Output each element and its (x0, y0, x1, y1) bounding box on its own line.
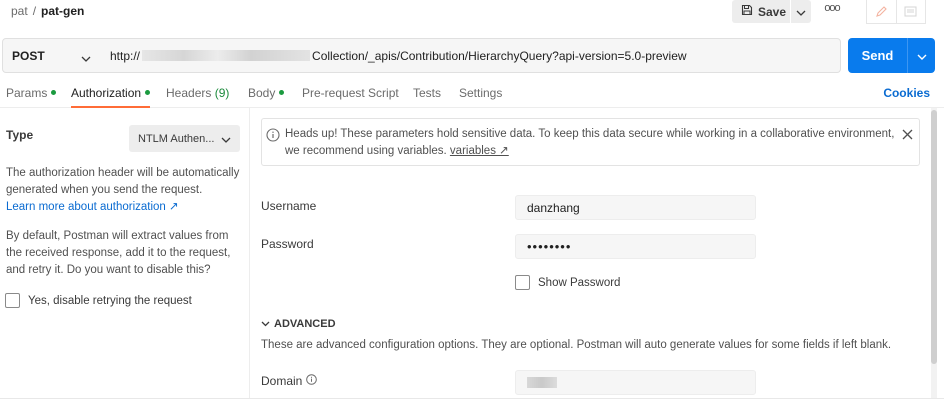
tab-settings[interactable]: Settings (459, 86, 502, 100)
username-field[interactable]: danzhang (515, 195, 756, 220)
tab-label: Pre-request Script (302, 86, 399, 100)
tab-label: Tests (413, 86, 442, 100)
chevron-down-icon (917, 49, 927, 63)
retry-description: By default, Postman will extract values … (6, 230, 231, 276)
disable-retry-label: Yes, disable retrying the request (28, 294, 192, 307)
window-bottom-edge (0, 398, 944, 407)
chevron-down-icon (796, 5, 806, 19)
info-icon[interactable] (306, 374, 318, 388)
alert-text: Heads up! These parameters hold sensitiv… (285, 128, 895, 157)
redacted-host (142, 50, 311, 61)
tab-indicator-dot (145, 90, 151, 96)
domain-label: Domain (261, 374, 303, 388)
auth-type-panel: Type NTLM Authen... The authorization he… (0, 108, 250, 407)
password-label: Password (261, 237, 314, 251)
breadcrumb: pat / pat-gen (11, 4, 84, 18)
send-button[interactable]: Send (848, 38, 907, 73)
tab-pre-request-script[interactable]: Pre-request Script (302, 86, 399, 100)
url-prefix: http:// (110, 48, 141, 63)
info-icon (266, 128, 280, 145)
send-options-button[interactable] (907, 38, 935, 73)
tab-count: (9) (214, 86, 230, 100)
save-button[interactable]: Save (732, 0, 790, 23)
alert-message: Heads up! These parameters hold sensitiv… (285, 126, 897, 160)
auth-description: The authorization header will be automat… (6, 165, 242, 216)
tab-body[interactable]: Body (248, 86, 285, 100)
show-password-option[interactable]: Show Password (515, 275, 620, 290)
show-password-label: Show Password (538, 276, 621, 289)
url-path: Collection/_apis/Contribution/HierarchyQ… (312, 48, 687, 63)
method-select[interactable]: POST (2, 38, 101, 73)
save-icon (741, 4, 753, 19)
chevron-down-icon (221, 134, 231, 146)
document-icon (897, 6, 926, 17)
tab-label: Params (6, 86, 48, 100)
breadcrumb-parent[interactable]: pat (11, 4, 28, 18)
advanced-title: ADVANCED (274, 318, 336, 330)
auth-type-select[interactable]: NTLM Authen... (129, 125, 240, 152)
redacted-domain (527, 377, 557, 388)
tab-authorization[interactable]: Authorization (71, 86, 151, 108)
tab-indicator-dot (51, 90, 57, 96)
auth-type-label: Type (6, 128, 34, 142)
save-options-button[interactable] (791, 0, 811, 23)
chevron-down-icon (81, 51, 91, 65)
tab-tests[interactable]: Tests (413, 86, 441, 100)
tab-label: Settings (459, 86, 503, 100)
pencil-icon (867, 5, 896, 18)
documentation-button[interactable] (895, 0, 926, 23)
save-label: Save (758, 4, 787, 19)
right-toolbar (866, 0, 926, 24)
disable-retry-option[interactable]: Yes, disable retrying the request (5, 293, 192, 308)
learn-more-link[interactable]: Learn more about authorization ↗ (6, 201, 179, 213)
auth-type-value: NTLM Authen... (138, 132, 215, 145)
edit-button[interactable] (867, 0, 896, 23)
cookies-link[interactable]: Cookies (883, 86, 930, 100)
tab-label: Headers (166, 86, 212, 100)
method-value: POST (12, 48, 45, 63)
tab-label: Body (248, 86, 276, 100)
domain-field[interactable] (515, 370, 756, 395)
tab-params[interactable]: Params (6, 86, 57, 100)
variables-link[interactable]: variables ↗ (450, 145, 509, 157)
username-label: Username (261, 199, 317, 213)
request-header: pat / pat-gen Save ooo (0, 0, 944, 30)
advanced-toggle[interactable]: ADVANCED (261, 318, 336, 330)
chevron-down-icon (261, 318, 270, 330)
tab-headers[interactable]: Headers (9) (166, 86, 229, 100)
password-field[interactable]: •••••••• (515, 234, 756, 259)
advanced-description: These are advanced configuration options… (261, 339, 892, 351)
request-tabs: Params Authorization Headers (9) Body Pr… (0, 80, 944, 108)
breadcrumb-separator: / (32, 4, 37, 18)
tab-label: Authorization (71, 86, 142, 100)
tab-indicator-dot (279, 90, 285, 96)
sensitive-data-alert: Heads up! These parameters hold sensitiv… (261, 118, 920, 166)
auth-description-text: The authorization header will be automat… (6, 167, 240, 196)
more-actions-button[interactable]: ooo (822, 2, 842, 20)
url-input[interactable]: http:// Collection/_apis/Contribution/Hie… (100, 38, 841, 73)
show-password-checkbox[interactable] (515, 275, 530, 290)
domain-label-row: Domain (261, 374, 318, 388)
scrollbar-thumb[interactable] (931, 110, 937, 364)
breadcrumb-current[interactable]: pat-gen (41, 4, 84, 18)
disable-retry-checkbox[interactable] (5, 293, 20, 308)
close-icon[interactable] (902, 129, 913, 143)
